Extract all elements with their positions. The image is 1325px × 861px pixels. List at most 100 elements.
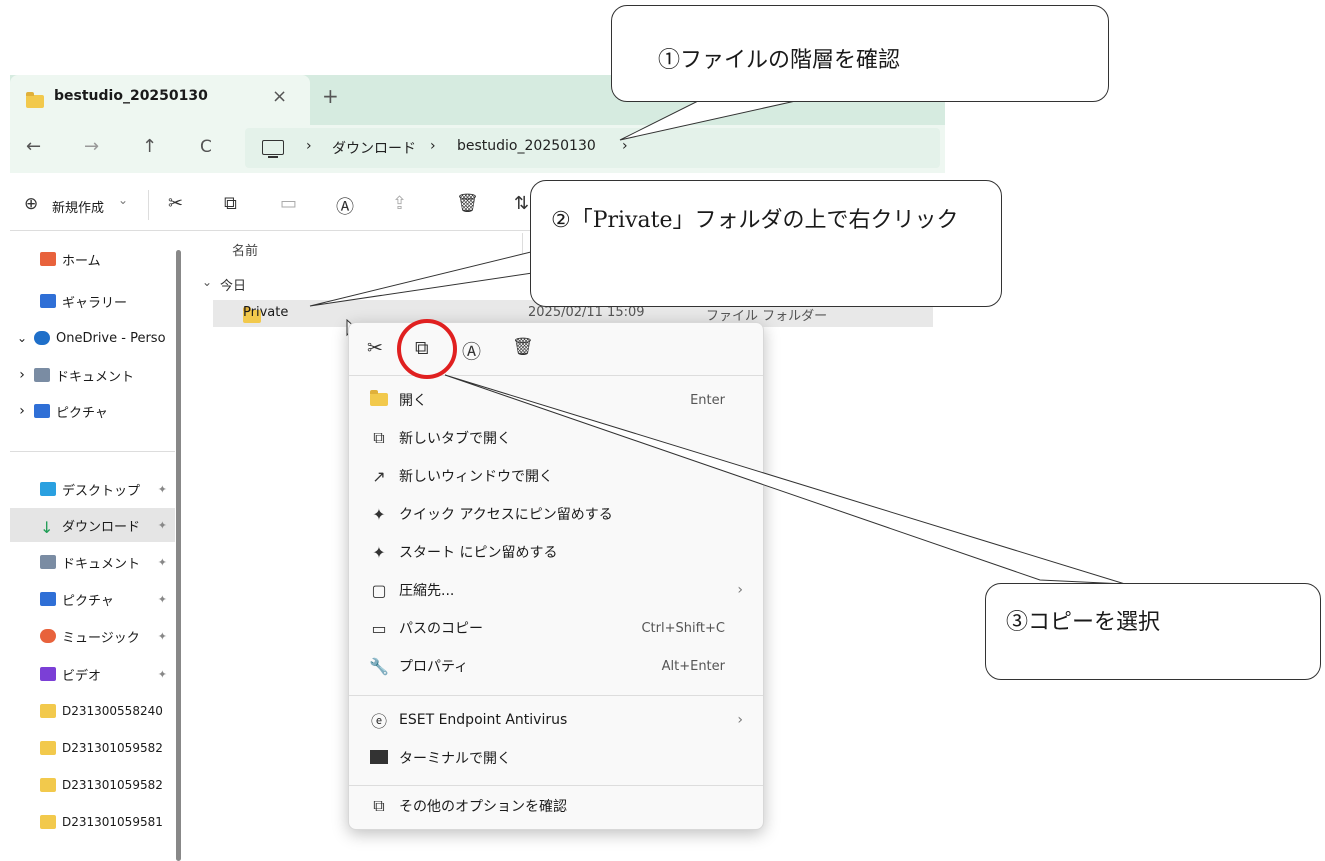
folder-icon bbox=[40, 815, 56, 829]
sidebar-item-folder[interactable]: D231301059581 bbox=[10, 805, 175, 839]
sidebar-scrollbar[interactable] bbox=[176, 250, 181, 861]
sidebar-item-home[interactable]: ホーム bbox=[40, 242, 175, 276]
new-tab-button[interactable]: + bbox=[322, 84, 339, 108]
rename-icon[interactable]: Ⓐ bbox=[462, 337, 481, 364]
sidebar-item-folder[interactable]: D231301059582 bbox=[10, 731, 175, 765]
tab-title: bestudio_20250130 bbox=[54, 88, 208, 104]
terminal-icon bbox=[359, 749, 399, 768]
breadcrumb-separator: › bbox=[430, 138, 436, 154]
sidebar-item-label: D231301059582 bbox=[62, 741, 163, 755]
callout-box-2: ②「Private」フォルダの上で右クリック bbox=[530, 180, 1002, 307]
chevron-down-icon[interactable]: ⌄ bbox=[202, 275, 212, 289]
sidebar-item-gallery[interactable]: ギャラリー bbox=[40, 284, 175, 318]
sidebar-item-folder[interactable]: D231301059582 bbox=[10, 768, 175, 802]
sidebar-item-videos[interactable]: ビデオ ✦ bbox=[10, 657, 175, 691]
menu-item-open[interactable]: 開く Enter bbox=[349, 383, 763, 417]
document-icon bbox=[40, 555, 56, 569]
pin-icon: ✦ bbox=[157, 667, 167, 681]
menu-item-open-new-window[interactable]: ↗ 新しいウィンドウで開く bbox=[349, 459, 763, 493]
breadcrumb-bestudio[interactable]: bestudio_20250130 bbox=[457, 138, 596, 154]
column-divider[interactable] bbox=[522, 233, 523, 261]
sidebar-item-label: ホーム bbox=[62, 253, 101, 269]
menu-item-pin-quick-access[interactable]: ✦ クイック アクセスにピン留めする bbox=[349, 497, 763, 531]
menu-item-label: 新しいウィンドウで開く bbox=[399, 469, 553, 485]
pin-icon: ✦ bbox=[157, 555, 167, 569]
more-options-icon: ⧉ bbox=[373, 796, 385, 815]
file-name[interactable]: Private bbox=[243, 305, 288, 320]
refresh-icon[interactable]: C bbox=[200, 137, 212, 157]
menu-item-label: パスのコピー bbox=[399, 621, 483, 637]
wrench-icon: 🔧 bbox=[369, 656, 389, 676]
paste-icon[interactable]: ▭ bbox=[280, 193, 297, 214]
menu-shortcut: Enter bbox=[690, 392, 725, 408]
up-icon[interactable]: ↑ bbox=[142, 136, 157, 157]
music-icon bbox=[40, 629, 56, 643]
menu-separator bbox=[349, 785, 763, 786]
menu-item-label: 圧縮先... bbox=[399, 583, 455, 599]
sidebar-item-label: ピクチャ bbox=[62, 593, 114, 609]
sidebar-item-music[interactable]: ミュージック ✦ bbox=[10, 619, 175, 653]
file-date: 2025/02/11 15:09 bbox=[528, 305, 645, 320]
menu-item-copy-path[interactable]: ▭ パスのコピー Ctrl+Shift+C bbox=[349, 611, 763, 645]
menu-item-eset[interactable]: ⓔ ESET Endpoint Antivirus › bbox=[349, 703, 763, 737]
group-header-today[interactable]: 今日 bbox=[220, 275, 246, 294]
zip-icon: ▢ bbox=[371, 580, 387, 600]
menu-item-open-terminal[interactable]: ターミナルで開く bbox=[349, 741, 763, 775]
delete-icon[interactable]: 🗑 bbox=[512, 337, 534, 357]
divider bbox=[148, 190, 149, 220]
callout-text: ②「Private」フォルダの上で右クリック bbox=[551, 208, 959, 233]
sidebar-item-label: ドキュメント bbox=[56, 369, 135, 385]
home-icon bbox=[40, 252, 56, 266]
callout-box-3: ③コピーを選択 bbox=[985, 583, 1321, 680]
menu-item-more-options[interactable]: ⧉ その他のオプションを確認 bbox=[349, 789, 763, 823]
chevron-right-icon: › bbox=[737, 582, 743, 598]
rename-icon[interactable]: Ⓐ bbox=[336, 193, 354, 219]
sidebar-item-documents-quick[interactable]: ドキュメント ✦ bbox=[10, 545, 175, 579]
cut-icon[interactable]: ✂ bbox=[367, 337, 383, 359]
chevron-down-icon[interactable]: ⌄ bbox=[10, 331, 34, 345]
callout-box-1: ①ファイルの階層を確認 bbox=[611, 5, 1109, 102]
sort-icon[interactable]: ⇅ bbox=[514, 193, 529, 214]
sidebar-item-label: ピクチャ bbox=[56, 405, 108, 421]
chevron-right-icon[interactable]: › bbox=[10, 367, 34, 383]
sidebar-item-onedrive[interactable]: ⌄ OneDrive - Perso bbox=[10, 321, 175, 355]
menu-item-open-new-tab[interactable]: ⧉ 新しいタブで開く bbox=[349, 421, 763, 455]
folder-icon bbox=[40, 704, 56, 718]
new-button[interactable]: 新規作成 bbox=[52, 197, 104, 216]
menu-shortcut: Alt+Enter bbox=[661, 658, 725, 674]
menu-item-compress[interactable]: ▢ 圧縮先... › bbox=[349, 573, 763, 607]
breadcrumb-separator: › bbox=[622, 138, 628, 154]
sidebar-item-pictures-quick[interactable]: ピクチャ ✦ bbox=[10, 582, 175, 616]
chevron-right-icon[interactable]: › bbox=[10, 403, 34, 419]
sidebar-item-downloads[interactable]: ↓ ダウンロード ✦ bbox=[10, 508, 175, 542]
path-copy-icon: ▭ bbox=[371, 618, 387, 638]
back-icon[interactable]: ← bbox=[26, 136, 41, 157]
share-icon[interactable]: ⇪ bbox=[392, 193, 407, 214]
copy-icon[interactable]: ⧉ bbox=[224, 193, 237, 214]
menu-item-label: その他のオプションを確認 bbox=[399, 799, 567, 815]
column-header-name[interactable]: 名前 bbox=[232, 240, 258, 259]
sidebar-item-desktop[interactable]: デスクトップ ✦ bbox=[10, 472, 175, 506]
forward-icon[interactable]: → bbox=[84, 136, 99, 157]
delete-icon[interactable]: 🗑 bbox=[456, 193, 479, 214]
sidebar-item-label: ダウンロード bbox=[62, 519, 141, 535]
cut-icon[interactable]: ✂ bbox=[168, 193, 183, 214]
gallery-icon bbox=[40, 294, 56, 308]
menu-item-properties[interactable]: 🔧 プロパティ Alt+Enter bbox=[349, 649, 763, 683]
folder-icon bbox=[40, 778, 56, 792]
pin-icon: ✦ bbox=[157, 482, 167, 496]
menu-item-pin-start[interactable]: ✦ スタート にピン留めする bbox=[349, 535, 763, 569]
menu-item-label: ターミナルで開く bbox=[399, 751, 511, 767]
callout-text: ①ファイルの階層を確認 bbox=[658, 48, 901, 73]
sidebar-item-documents[interactable]: › ドキュメント bbox=[10, 358, 175, 392]
sidebar-item-pictures[interactable]: › ピクチャ bbox=[10, 394, 175, 428]
menu-separator bbox=[349, 695, 763, 696]
breadcrumb-downloads[interactable]: ダウンロード bbox=[332, 138, 416, 158]
download-icon: ↓ bbox=[40, 518, 54, 537]
cloud-icon bbox=[34, 331, 50, 345]
menu-shortcut: Ctrl+Shift+C bbox=[641, 620, 725, 636]
divider bbox=[10, 451, 175, 452]
picture-icon bbox=[34, 404, 50, 418]
close-tab-icon[interactable]: × bbox=[272, 86, 287, 107]
sidebar-item-folder[interactable]: D231300558240 bbox=[10, 694, 175, 728]
